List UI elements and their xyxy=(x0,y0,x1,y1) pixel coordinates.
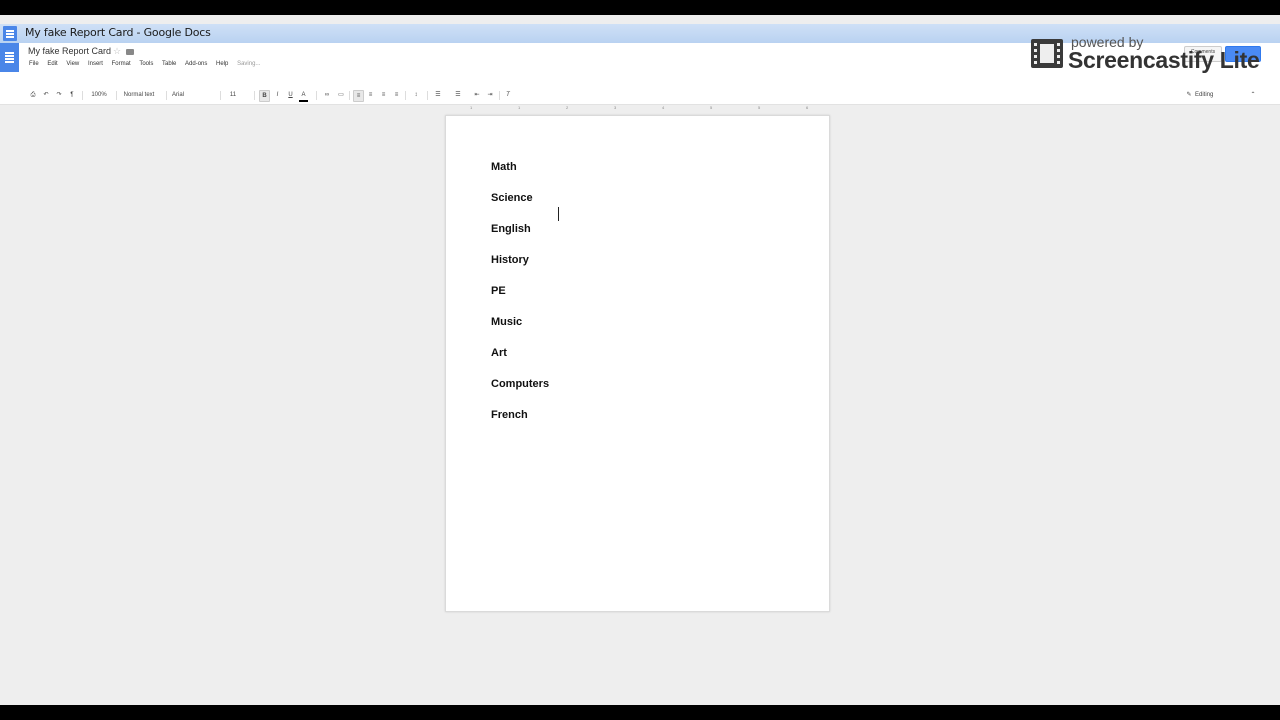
subject-line[interactable]: Science xyxy=(491,192,533,204)
docs-home-icon[interactable] xyxy=(0,43,19,72)
toolbar-divider xyxy=(220,91,221,100)
collapse-chevron-icon[interactable]: ⌃ xyxy=(1247,90,1259,100)
undo-icon[interactable]: ↶ xyxy=(41,90,51,100)
comment-icon[interactable]: ▭ xyxy=(336,90,346,100)
menu-help[interactable]: Help xyxy=(216,61,228,67)
text-color-button[interactable]: A xyxy=(299,90,308,102)
folder-icon[interactable] xyxy=(126,49,134,55)
menu-edit[interactable]: Edit xyxy=(47,61,57,67)
link-icon[interactable]: ∞ xyxy=(321,90,333,100)
subject-line[interactable]: Computers xyxy=(491,378,549,390)
bold-button[interactable]: B xyxy=(259,90,270,102)
underline-button[interactable]: U xyxy=(286,90,295,100)
ruler-tick: 3 xyxy=(614,105,617,110)
ruler-tick: 5 xyxy=(758,105,761,110)
menu-file[interactable]: File xyxy=(29,61,39,67)
clear-formatting-icon[interactable]: T xyxy=(503,90,513,100)
subject-line[interactable]: Music xyxy=(491,316,522,328)
subject-line[interactable]: History xyxy=(491,254,529,266)
menu-insert[interactable]: Insert xyxy=(88,61,103,67)
text-cursor xyxy=(558,207,559,221)
window-title: My fake Report Card - Google Docs xyxy=(25,26,211,39)
subject-line[interactable]: French xyxy=(491,409,528,421)
menu-bar: File Edit View Insert Format Tools Table… xyxy=(29,61,267,71)
numbered-list-icon[interactable]: ☰ xyxy=(432,90,444,100)
ruler-tick: 6 xyxy=(806,105,809,110)
toolbar-divider xyxy=(349,91,350,100)
toolbar-divider xyxy=(116,91,117,100)
toolbar-divider xyxy=(316,91,317,100)
toolbar: ⎙ ↶ ↷ ¶ 100% Normal text Arial 11 B I U … xyxy=(0,88,1280,105)
subject-line[interactable]: Art xyxy=(491,347,507,359)
menu-add-ons[interactable]: Add-ons xyxy=(185,61,207,67)
docs-app-icon xyxy=(3,26,17,41)
font-select[interactable]: Arial xyxy=(172,90,192,100)
ruler-tick: 1 xyxy=(518,105,521,110)
toolbar-divider xyxy=(405,91,406,100)
ruler[interactable]: 1 1 2 3 4 5 5 6 xyxy=(445,105,830,112)
film-reel-icon xyxy=(1031,39,1063,68)
document-title[interactable]: My fake Report Card xyxy=(28,46,111,56)
redo-icon[interactable]: ↷ xyxy=(54,90,64,100)
paint-format-icon[interactable]: ¶ xyxy=(67,90,77,100)
decrease-indent-icon[interactable]: ⇤ xyxy=(472,90,482,100)
toolbar-divider xyxy=(499,91,500,100)
watermark-brand: Screencastify Lite xyxy=(1068,47,1260,73)
menu-view[interactable]: View xyxy=(66,61,79,67)
bulleted-list-icon[interactable]: ☰ xyxy=(452,90,464,100)
save-status: Saving... xyxy=(237,61,261,67)
subject-line[interactable]: PE xyxy=(491,285,506,297)
print-icon[interactable]: ⎙ xyxy=(28,90,38,100)
ruler-tick: 1 xyxy=(470,105,473,110)
line-spacing-icon[interactable]: ↕ xyxy=(410,90,422,100)
align-center-icon[interactable]: ≡ xyxy=(366,90,375,100)
align-right-icon[interactable]: ≡ xyxy=(379,90,388,100)
toolbar-divider xyxy=(82,91,83,100)
increase-indent-icon[interactable]: ⇥ xyxy=(485,90,495,100)
ruler-tick: 4 xyxy=(662,105,665,110)
align-left-icon[interactable]: ≡ xyxy=(353,90,364,102)
ruler-tick: 5 xyxy=(710,105,713,110)
toolbar-divider xyxy=(254,91,255,100)
menu-tools[interactable]: Tools xyxy=(139,61,153,67)
screencastify-watermark: powered by Screencastify Lite xyxy=(1030,34,1280,76)
menu-table[interactable]: Table xyxy=(162,61,176,67)
zoom-select[interactable]: 100% xyxy=(88,90,110,100)
pencil-icon: ✎ xyxy=(1186,92,1192,98)
editing-mode-select[interactable]: Editing xyxy=(1195,90,1223,100)
toolbar-divider xyxy=(427,91,428,100)
screen: My fake Report Card - Google Docs My fak… xyxy=(0,15,1280,705)
subject-line[interactable]: Math xyxy=(491,161,517,173)
menu-format[interactable]: Format xyxy=(112,61,131,67)
italic-button[interactable]: I xyxy=(273,90,282,100)
align-justify-icon[interactable]: ≡ xyxy=(392,90,401,100)
subject-line[interactable]: English xyxy=(491,223,531,235)
style-select[interactable]: Normal text xyxy=(120,90,158,100)
star-icon[interactable]: ☆ xyxy=(113,46,121,57)
ruler-tick: 2 xyxy=(566,105,569,110)
font-size-select[interactable]: 11 xyxy=(226,90,240,100)
toolbar-divider xyxy=(166,91,167,100)
document-page[interactable]: Math Science English History PE Music Ar… xyxy=(445,115,830,612)
